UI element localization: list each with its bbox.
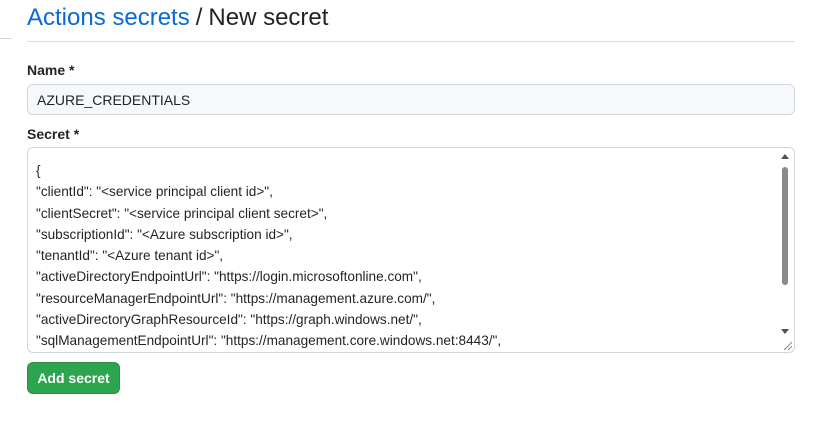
page-title: Actions secrets / New secret — [27, 5, 328, 31]
left-divider — [0, 38, 12, 39]
breadcrumb-current: New secret — [208, 4, 329, 31]
textarea-scrollbar[interactable] — [778, 149, 792, 339]
secret-label: Secret * — [27, 126, 80, 142]
secret-line: "tenantId": "<Azure tenant id>", — [36, 248, 224, 264]
breadcrumb-separator: / — [195, 4, 203, 31]
secret-line: "clientId": "<service principal client i… — [36, 184, 273, 200]
secret-name-input[interactable] — [27, 84, 795, 115]
breadcrumb-actions-secrets-link[interactable]: Actions secrets — [27, 4, 190, 31]
secret-line: "clientSecret": "<service principal clie… — [36, 205, 328, 221]
secret-line: { — [36, 163, 41, 178]
secret-line: "activeDirectoryGraphResourceId": "https… — [36, 312, 422, 328]
secret-value-textarea[interactable]: { "clientId": "<service principal client… — [27, 147, 795, 353]
secret-value-text: { "clientId": "<service principal client… — [36, 160, 772, 352]
scroll-down-arrow-icon[interactable] — [778, 324, 792, 338]
resize-handle-icon[interactable] — [781, 339, 793, 351]
secret-line: "resourceManagerEndpointUrl": "https://m… — [36, 290, 436, 306]
secret-line: "subscriptionId": "<Azure subscription i… — [36, 226, 293, 242]
secret-line: "sqlManagementEndpointUrl": "https://man… — [36, 333, 502, 349]
name-label: Name * — [27, 62, 75, 78]
scroll-up-arrow-icon[interactable] — [778, 149, 792, 163]
add-secret-button[interactable]: Add secret — [27, 362, 120, 394]
page-header: Actions secrets / New secret — [27, 0, 795, 42]
secret-line: "activeDirectoryEndpointUrl": "https://l… — [36, 269, 422, 285]
scrollbar-thumb[interactable] — [782, 167, 788, 285]
